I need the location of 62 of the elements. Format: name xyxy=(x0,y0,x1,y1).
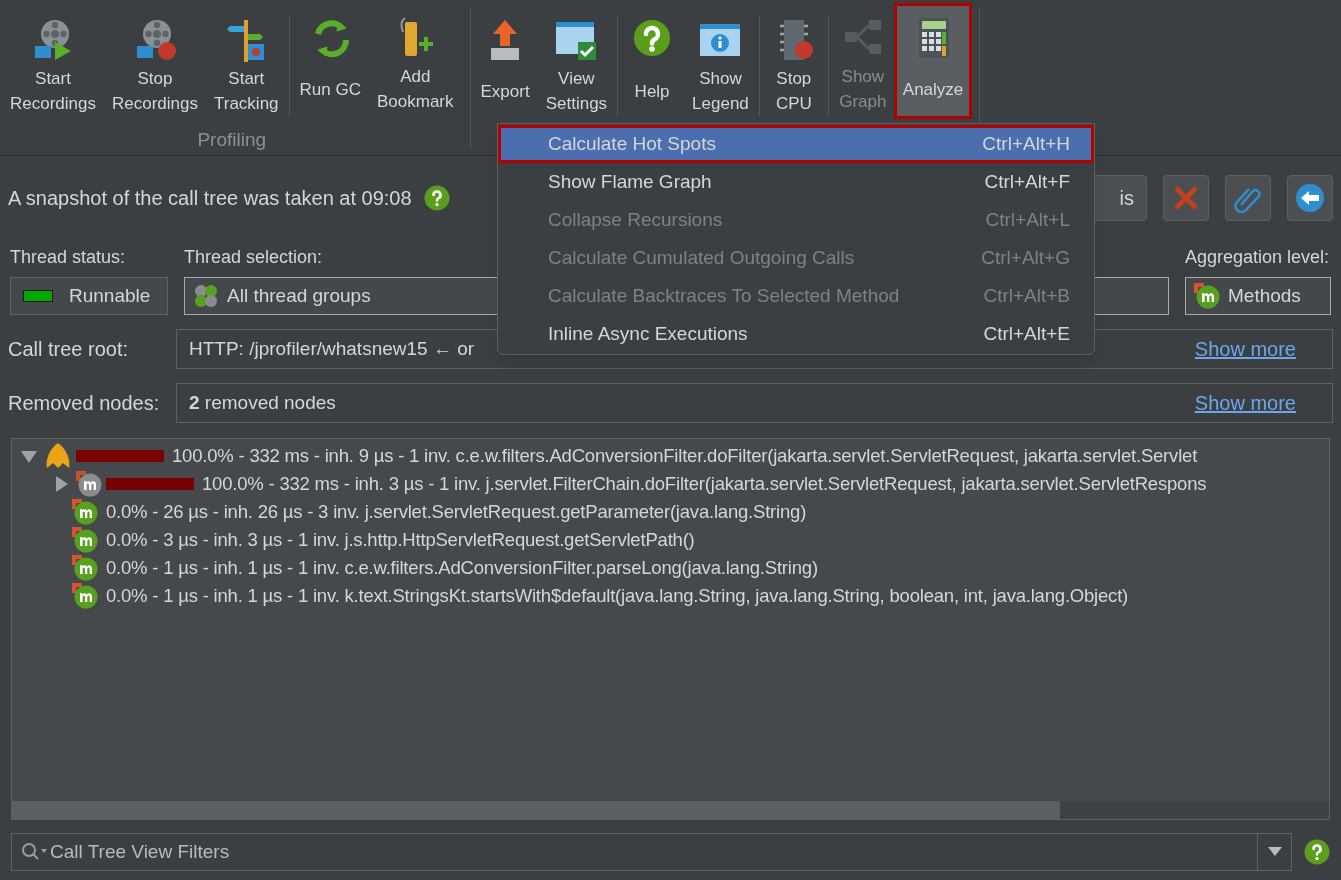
menu-item-label: Show Flame Graph xyxy=(548,169,712,194)
root-icon xyxy=(44,442,72,470)
show-more-link[interactable]: Show more xyxy=(1194,388,1296,418)
toolbar-button[interactable]: Run GC xyxy=(293,6,367,116)
method-icon xyxy=(72,527,98,553)
snapshot-info: A snapshot of the call tree was taken at 09:08 xyxy=(8,186,412,211)
toolbar-button[interactable]: Stop CPU xyxy=(763,8,824,118)
tree-node-text[interactable]: 0.0% - 1 µs - inh. 1 µs - 1 inv. c.e.w.filters.AdConversionFilter.parseLong(java.lang.String) xyxy=(106,554,818,582)
toolbar-button[interactable]: Stop Recordings xyxy=(106,8,204,118)
show-more-link[interactable]: Show more xyxy=(1194,334,1296,364)
attach-button[interactable] xyxy=(1225,175,1271,221)
toolbar-button[interactable]: Add Bookmark xyxy=(371,6,460,116)
shortcut-text: Ctrl+Alt+E xyxy=(983,321,1070,346)
toolbar-button[interactable]: Show Legend xyxy=(686,8,755,118)
toolbar-button[interactable]: Help xyxy=(622,8,683,118)
tree-node-text[interactable]: 0.0% - 3 µs - inh. 3 µs - 1 inv. j.s.http.HttpServletRequest.getServletPath() xyxy=(106,526,695,554)
menu-item-label: Collapse Recursions xyxy=(548,207,723,232)
help-icon xyxy=(1304,839,1330,865)
field-label: Aggregation level: xyxy=(1185,246,1331,269)
menu-item[interactable]: Calculate Hot Spots Ctrl+Alt+H xyxy=(498,125,1094,163)
method-icon xyxy=(1194,283,1220,309)
filter-input[interactable]: Call Tree View Filters xyxy=(50,837,1257,867)
tree-node-text[interactable]: 0.0% - 1 µs - inh. 1 µs - 1 inv. k.text.StringsKt.startsWith$default(java.lang.String, java.lang.String, boolean, int, java.lang.Object) xyxy=(106,582,1129,610)
field-label: Call tree root: xyxy=(8,337,130,362)
toolbar-button[interactable]: Export xyxy=(474,8,536,118)
method-icon xyxy=(72,583,98,609)
menu-item-label: Inline Async Executions xyxy=(548,321,748,346)
toolbar-button[interactable]: Start Recordings xyxy=(4,8,102,118)
menu-item-label: Calculate Hot Spots xyxy=(548,131,716,156)
shortcut-text: Ctrl+Alt+B xyxy=(983,283,1070,308)
field-label: Thread status: xyxy=(10,246,127,269)
close-icon xyxy=(1172,184,1200,212)
tree-node-text[interactable]: 100.0% - 332 ms - inh. 9 µs - 1 inv. c.e.w.filters.AdConversionFilter.doFilter(jakarta.servlet.ServletRequest, jakarta.servlet.Servlet xyxy=(172,442,1198,470)
tree-node-text[interactable]: 0.0% - 26 µs - inh. 26 µs - 3 inv. j.servlet.ServletRequest.getParameter(java.lang.String) xyxy=(106,498,807,526)
menu-item-label: Calculate Backtraces To Selected Method xyxy=(548,283,900,308)
shortcut-text: Ctrl+Alt+G xyxy=(981,245,1070,270)
thread-status-dropdown[interactable]: Runnable xyxy=(10,277,168,315)
method-icon xyxy=(72,499,98,525)
scrollbar-thumb[interactable] xyxy=(12,801,1060,819)
toolbar-button[interactable]: Analyze xyxy=(896,6,970,116)
menu-item-label: Calculate Cumulated Outgoing Calls xyxy=(548,245,855,270)
help-icon xyxy=(423,185,450,211)
method-icon xyxy=(72,555,98,581)
field-label: Thread selection: xyxy=(184,246,323,269)
horizontal-scrollbar[interactable] xyxy=(12,801,1329,819)
shortcut-text: Ctrl+Alt+L xyxy=(985,207,1070,232)
thread-groups-icon xyxy=(193,283,219,309)
caret-icon xyxy=(1267,847,1282,857)
shortcut-text: Ctrl+Alt+F xyxy=(984,169,1070,194)
shortcut-text: Ctrl+Alt+H xyxy=(982,131,1070,156)
toolbar-button[interactable]: Start Tracking xyxy=(208,8,285,118)
field-label: Removed nodes: xyxy=(8,391,161,416)
method-icon xyxy=(76,471,102,497)
field-value: 2 removed nodes xyxy=(189,390,336,415)
aggregation-dropdown[interactable]: Methods xyxy=(1185,277,1331,315)
back-button[interactable] xyxy=(1287,175,1333,221)
group-label: Profiling xyxy=(197,128,267,152)
menu-item[interactable]: Inline Async Executions Ctrl+Alt+E xyxy=(498,315,1094,353)
filter-field[interactable]: Call Tree View Filters xyxy=(11,833,1292,871)
field-value: HTTP: /jprofiler/whatsnew15 ← or xyxy=(189,336,475,361)
toolbar-button[interactable]: View Settings xyxy=(539,8,614,118)
tree-node-text[interactable]: 100.0% - 332 ms - inh. 3 µs - 1 inv. j.servlet.FilterChain.doFilter(jakarta.servlet.ServletRequest, jakarta.servlet.ServletRespons xyxy=(202,470,1207,498)
